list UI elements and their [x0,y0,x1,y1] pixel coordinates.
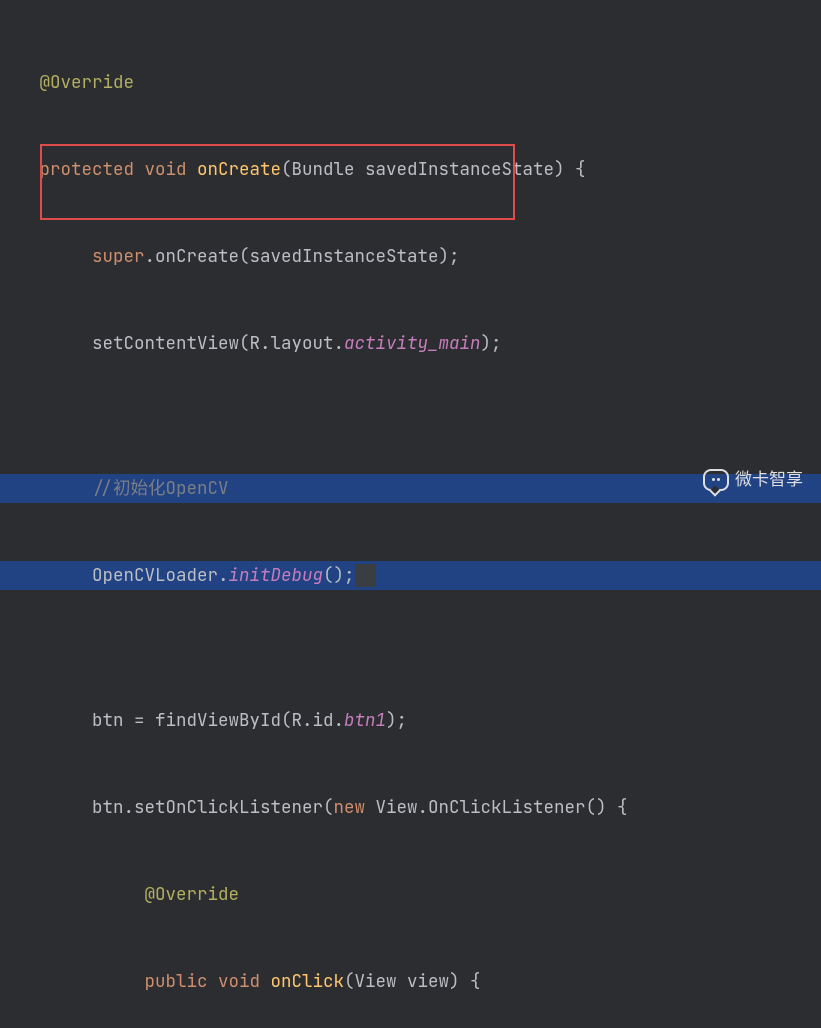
code-line-selected[interactable]: OpenCVLoader.initDebug(); [0,561,821,590]
code-line[interactable]: super.onCreate(savedInstanceState); [0,242,821,271]
code-line-selected[interactable]: //初始化OpenCV [0,474,821,503]
comment: //初始化OpenCV [92,477,229,500]
code-editor[interactable]: @Override protected void onCreate(Bundle… [0,0,821,1028]
code-line[interactable]: @Override [0,68,821,97]
field-ref: activity_main [344,332,481,355]
watermark-text: 微卡智享 [735,465,803,494]
annotation: @Override [40,71,135,94]
method-name: onCreate [197,158,281,181]
code-line[interactable]: btn.setOnClickListener(new View.OnClickL… [0,793,821,822]
code-line[interactable]: @Override [0,880,821,909]
annotation: @Override [145,883,240,906]
code-line[interactable]: setContentView(R.layout.activity_main); [0,329,821,358]
code-line[interactable]: btn = findViewById(R.id.btn1); [0,706,821,735]
code-line[interactable]: protected void onCreate(Bundle savedInst… [0,155,821,184]
watermark: 微卡智享 [703,465,803,494]
field-ref: btn1 [344,709,386,732]
code-line[interactable]: public void onClick(View view) { [0,967,821,996]
method-name: onClick [271,970,345,993]
wechat-icon [703,469,729,491]
